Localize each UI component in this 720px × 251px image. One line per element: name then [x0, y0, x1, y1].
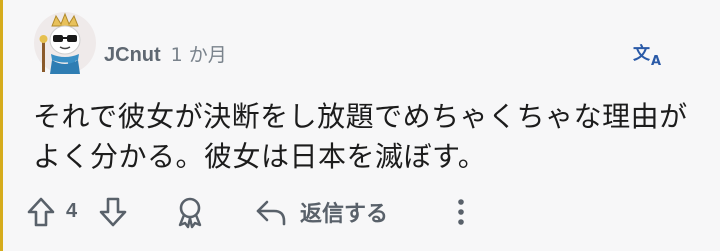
upvote-button[interactable]	[24, 194, 58, 230]
reply-arrow-icon	[256, 200, 286, 226]
svg-text:A: A	[651, 54, 661, 68]
author-line: JCnut 1 か月	[104, 40, 227, 67]
more-options-button[interactable]	[446, 194, 476, 230]
more-vertical-icon	[458, 199, 464, 225]
avatar[interactable]	[34, 12, 96, 74]
arrow-down-icon	[99, 197, 127, 227]
comment-body: それで彼女が決断をし放題でめちゃくちゃな理由がよく分かる。彼女は日本を滅ぼす。	[33, 100, 688, 173]
comment-actions: 4 返信する	[0, 192, 720, 234]
vote-count: 4	[66, 200, 78, 222]
arrow-up-icon	[27, 197, 55, 227]
award-icon	[178, 197, 202, 229]
translate-icon[interactable]: 文 A	[630, 40, 662, 69]
reply-label: 返信する	[300, 202, 389, 227]
award-button[interactable]	[170, 194, 210, 230]
downvote-button[interactable]	[96, 194, 130, 230]
timestamp: 1 か月	[170, 44, 227, 66]
author-name[interactable]: JCnut	[104, 44, 161, 67]
svg-text:文: 文	[633, 43, 651, 64]
reply-button[interactable]: 返信する	[254, 194, 388, 230]
